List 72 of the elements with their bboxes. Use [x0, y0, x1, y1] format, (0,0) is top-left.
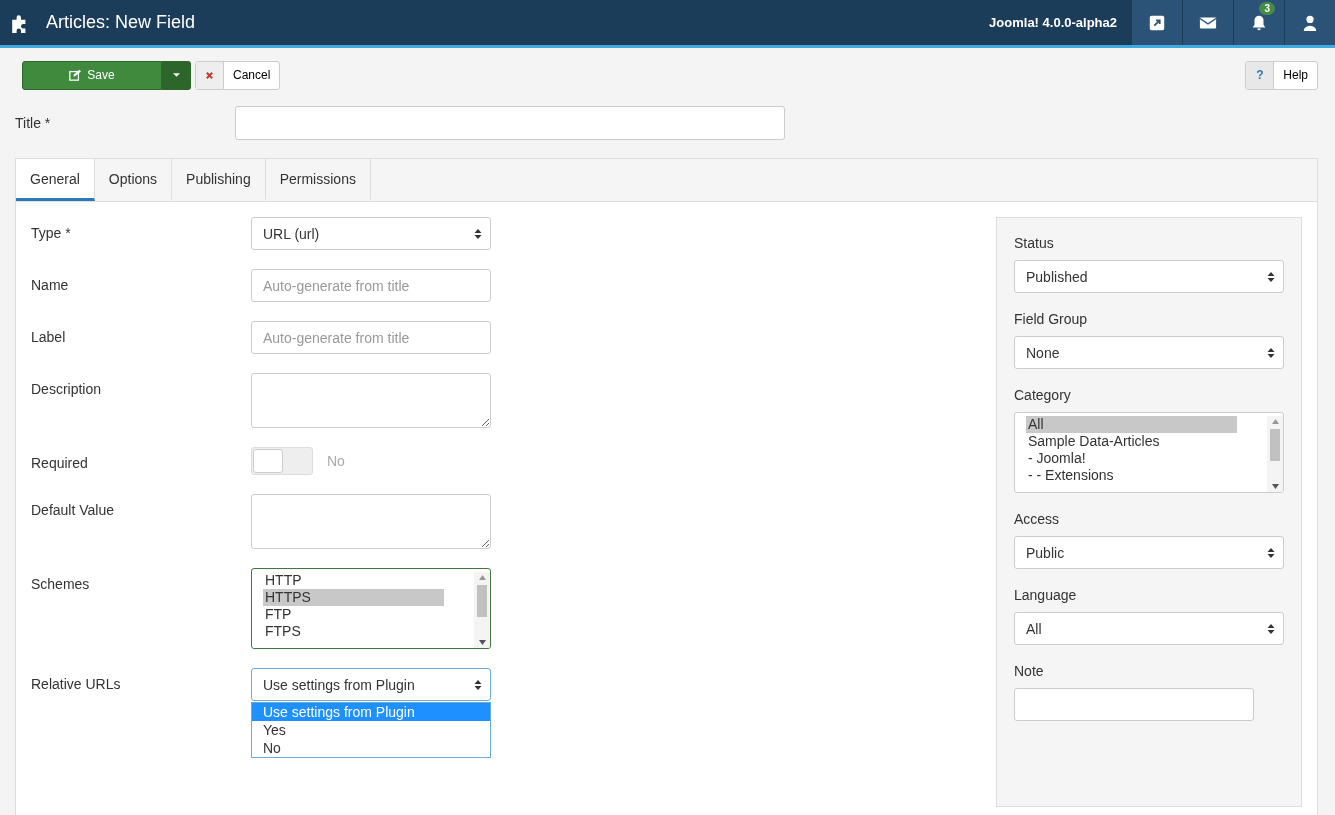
select-field[interactable]: Public [1014, 536, 1284, 569]
field-label: Category [1014, 387, 1072, 403]
list-option[interactable]: All [1026, 416, 1237, 433]
field-label: Label [31, 328, 67, 347]
field-label: Note [1014, 663, 1045, 679]
external-link-button[interactable] [1131, 0, 1182, 45]
scroll-up-icon [478, 575, 486, 580]
dropdown-option[interactable]: Yes [252, 721, 490, 739]
list-option[interactable]: Sample Data-Articles [1026, 433, 1237, 450]
edit-icon [69, 69, 82, 81]
toggle-state: No [327, 453, 345, 469]
save-button[interactable]: Save [22, 60, 162, 90]
notification-badge: 3 [1259, 2, 1275, 15]
scroll-down-icon [478, 640, 486, 645]
scrollbar[interactable] [474, 572, 490, 648]
list-option[interactable]: HTTP [263, 572, 444, 589]
select-field[interactable]: Use settings from Plugin [251, 668, 491, 701]
help-mark: ? [1246, 61, 1275, 89]
text-field[interactable] [1014, 688, 1254, 721]
user-icon [1301, 13, 1319, 32]
field-label: Description [31, 380, 103, 399]
select-field[interactable]: Published [1014, 260, 1284, 293]
sort-caret-icon [1267, 346, 1275, 359]
envelope-button[interactable] [1182, 0, 1233, 45]
bell-icon [1250, 13, 1268, 32]
text-area[interactable] [251, 494, 491, 549]
list-option[interactable]: HTTPS [263, 589, 444, 606]
select-field[interactable]: None [1014, 336, 1284, 369]
toggle-switch[interactable] [251, 447, 313, 475]
field-label: Access [1014, 511, 1061, 527]
title-field[interactable] [235, 106, 785, 140]
sort-caret-icon [1267, 546, 1275, 559]
user-button[interactable] [1284, 0, 1335, 45]
select-field[interactable]: URL (url) [251, 217, 491, 250]
cancel-button[interactable]: Cancel [195, 60, 281, 90]
list-option[interactable]: FTP [263, 606, 444, 623]
list-option[interactable]: FTPS [263, 623, 444, 640]
field-label: Type * [31, 224, 72, 243]
field-label: Field Group [1014, 311, 1089, 327]
text-field[interactable]: Auto-generate from title [251, 269, 491, 302]
close-icon [205, 70, 214, 80]
tab[interactable]: General [16, 159, 95, 201]
field-label: Schemes [31, 575, 91, 594]
field-label: Default Value [31, 501, 115, 520]
help-button[interactable]: ? Help [1245, 60, 1318, 90]
sort-caret-icon [1267, 622, 1275, 635]
select-field[interactable]: All [1014, 612, 1284, 645]
scrollbar[interactable] [1267, 416, 1283, 492]
version-label: Joomla! 4.0.0-alpha2 [989, 15, 1117, 30]
field-label: Language [1014, 587, 1078, 603]
bell-button[interactable]: 3 [1233, 0, 1284, 45]
sort-caret-icon [474, 227, 482, 240]
page-title: Articles: New Field [46, 12, 197, 33]
text-area[interactable] [251, 373, 491, 428]
external-link-icon [1148, 13, 1166, 32]
dropdown-option[interactable]: No [252, 739, 490, 757]
list-box[interactable]: HTTP HTTPS FTP FTPS [251, 568, 491, 649]
field-label: Relative URLs [31, 675, 122, 694]
field-label: Title * [15, 115, 52, 131]
list-option[interactable]: - Joomla! [1026, 450, 1237, 467]
field-label: Status [1014, 235, 1055, 251]
scroll-up-icon [1271, 419, 1279, 424]
field-label: Name [31, 276, 70, 295]
list-option[interactable]: - - Extensions [1026, 467, 1237, 484]
scroll-down-icon [1271, 484, 1279, 489]
field-label: Required [31, 454, 89, 473]
sort-caret-icon [474, 678, 482, 691]
text-field[interactable]: Auto-generate from title [251, 321, 491, 354]
caret-icon [173, 73, 180, 77]
sort-caret-icon [1267, 270, 1275, 283]
list-box[interactable]: All Sample Data-Articles - Joomla! - - Extensions [1014, 412, 1284, 493]
save-dropdown-button[interactable] [162, 60, 191, 90]
